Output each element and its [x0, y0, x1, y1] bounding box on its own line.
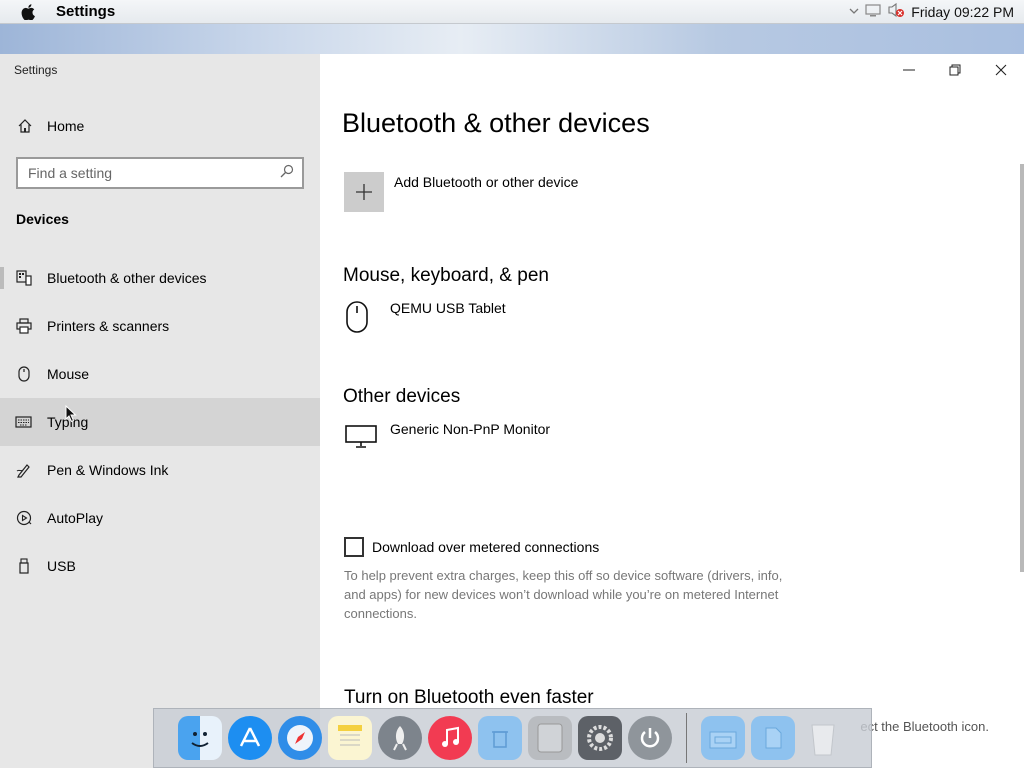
devices-nav-list: Bluetooth & other devices Printers & sca…	[0, 254, 320, 590]
search-icon[interactable]	[280, 164, 294, 183]
clock[interactable]: Friday 09:22 PM	[911, 4, 1014, 20]
add-device-button[interactable]	[344, 172, 384, 212]
sidebar: Settings Home Devices Bluetooth & other …	[0, 54, 320, 768]
notes-icon[interactable]	[328, 716, 372, 760]
search-input[interactable]	[18, 165, 268, 181]
sidebar-item-label: AutoPlay	[47, 510, 104, 526]
sidebar-item-usb[interactable]: USB	[0, 542, 320, 590]
safari-icon[interactable]	[278, 716, 322, 760]
finder-icon[interactable]	[178, 716, 222, 760]
bluetooth-faster-text-end: ect the Bluetooth icon.	[860, 719, 989, 734]
page-title: Bluetooth & other devices	[342, 108, 650, 138]
device-qemu-usb-tablet[interactable]: QEMU USB Tablet	[344, 300, 506, 339]
mac-pro-icon[interactable]	[528, 716, 572, 760]
keyboard-icon	[0, 416, 47, 428]
other-devices-heading: Other devices	[343, 386, 461, 407]
sidebar-item-label: Bluetooth & other devices	[47, 270, 207, 286]
sidebar-item-pen[interactable]: Pen & Windows Ink	[0, 446, 320, 494]
sidebar-item-home[interactable]: Home	[0, 110, 320, 142]
metered-connections-checkbox[interactable]: Download over metered connections	[344, 537, 599, 557]
sidebar-item-printers[interactable]: Printers & scanners	[0, 302, 320, 350]
bluetooth-devices-icon	[0, 270, 47, 286]
settings-window: Settings Home Devices Bluetooth & other …	[0, 54, 1024, 768]
folder-icon[interactable]	[701, 716, 745, 760]
mouse-icon	[344, 300, 370, 339]
sidebar-item-label: Pen & Windows Ink	[47, 462, 169, 478]
device-generic-monitor[interactable]: Generic Non-PnP Monitor	[344, 421, 550, 456]
dock	[153, 708, 872, 768]
metered-help-text: To help prevent extra charges, keep this…	[344, 568, 783, 621]
speaker-muted-icon[interactable]	[887, 2, 905, 21]
minimize-icon[interactable]	[886, 54, 932, 86]
sidebar-item-autoplay[interactable]: AutoPlay	[0, 494, 320, 542]
scrollbar[interactable]	[1020, 164, 1024, 572]
mouse-cursor-icon	[65, 404, 77, 428]
section-heading: Devices	[16, 211, 69, 227]
monitor-icon	[344, 421, 378, 456]
dock-separator	[686, 713, 687, 763]
sidebar-item-label: Home	[47, 118, 85, 134]
mouse-icon	[0, 366, 47, 382]
app-menu-name[interactable]: Settings	[56, 3, 115, 20]
plus-icon	[356, 184, 372, 200]
trash-folder-icon[interactable]	[478, 716, 522, 760]
sidebar-item-mouse[interactable]: Mouse	[0, 350, 320, 398]
sidebar-item-label: Printers & scanners	[47, 318, 170, 334]
sidebar-item-label: USB	[47, 558, 76, 574]
launchpad-icon[interactable]	[378, 716, 422, 760]
device-name: QEMU USB Tablet	[390, 300, 506, 316]
restore-icon[interactable]	[932, 54, 978, 86]
trash-icon[interactable]	[801, 716, 845, 760]
power-icon[interactable]	[628, 716, 672, 760]
window-title: Settings	[14, 63, 58, 77]
close-icon[interactable]	[978, 54, 1024, 86]
app-store-icon[interactable]	[228, 716, 272, 760]
mouse-keyboard-pen-heading: Mouse, keyboard, & pen	[343, 265, 549, 286]
printer-icon	[0, 318, 47, 334]
device-name: Generic Non-PnP Monitor	[390, 421, 551, 437]
window-controls	[886, 54, 1024, 86]
sidebar-item-bluetooth[interactable]: Bluetooth & other devices	[0, 254, 320, 302]
pen-icon	[0, 462, 47, 478]
search-box[interactable]	[16, 157, 304, 189]
documents-folder-icon[interactable]	[751, 716, 795, 760]
checkbox-box[interactable]	[344, 537, 364, 557]
display-icon[interactable]	[865, 3, 881, 20]
itunes-icon[interactable]	[428, 716, 472, 760]
sidebar-item-label: Mouse	[47, 366, 90, 382]
add-device-label[interactable]: Add Bluetooth or other device	[394, 174, 578, 190]
chevron-down-icon[interactable]	[849, 6, 859, 18]
system-preferences-icon[interactable]	[578, 716, 622, 760]
autoplay-icon	[0, 510, 47, 526]
menubar: Settings Friday 09:22 PM	[0, 0, 1024, 24]
usb-icon	[0, 558, 47, 574]
desktop-wallpaper	[0, 24, 1024, 54]
apple-icon[interactable]	[0, 3, 56, 20]
main-content: Bluetooth & other devices Add Bluetooth …	[320, 54, 1024, 768]
sidebar-item-typing[interactable]: Typing	[0, 398, 320, 446]
home-icon	[0, 118, 47, 134]
checkbox-label[interactable]: Download over metered connections	[372, 539, 599, 555]
bluetooth-faster-heading: Turn on Bluetooth even faster	[344, 687, 594, 708]
